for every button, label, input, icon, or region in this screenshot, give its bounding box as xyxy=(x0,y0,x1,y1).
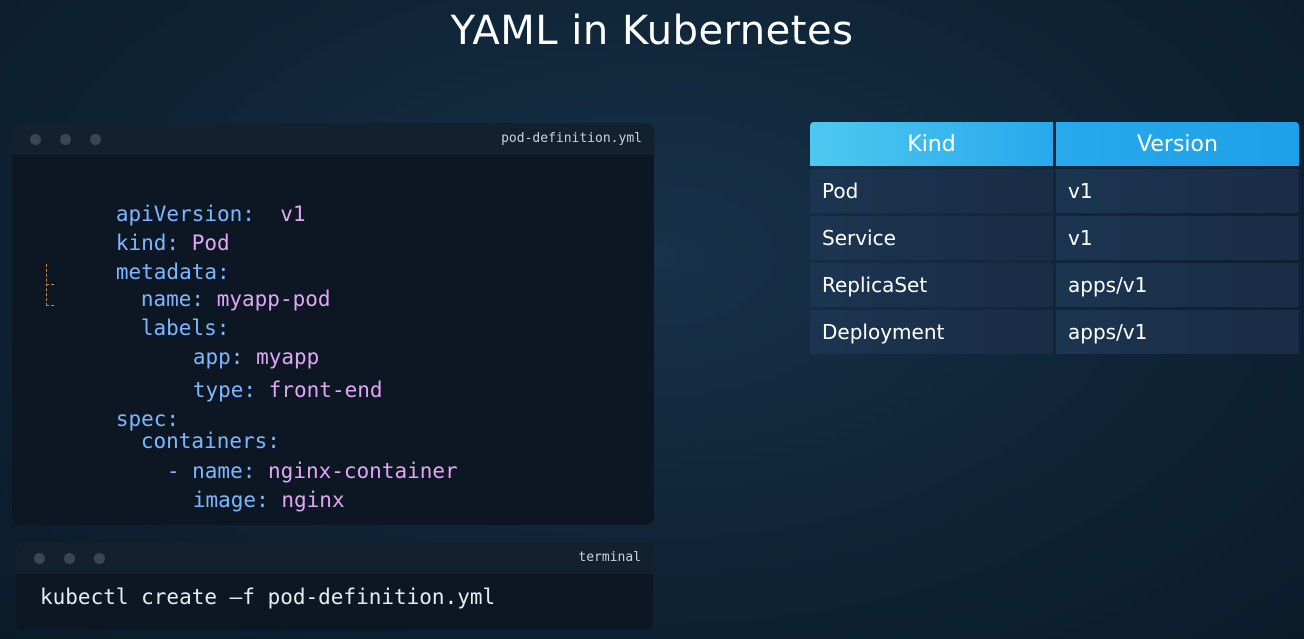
window-dot-icon xyxy=(34,552,45,564)
window-dot-icon xyxy=(90,133,101,145)
indent-guide xyxy=(46,284,54,285)
table-cell-version: v1 xyxy=(1056,169,1299,213)
indent-guide xyxy=(46,305,54,306)
yaml-value: v1 xyxy=(280,202,306,226)
window-titlebar: terminal xyxy=(16,542,653,574)
slide-title: YAML in Kubernetes xyxy=(450,8,854,54)
yaml-key: type: xyxy=(192,378,257,402)
window-dot-icon xyxy=(30,133,41,145)
yaml-value: myapp-pod xyxy=(216,287,331,311)
window-filename: terminal xyxy=(578,550,641,565)
table-cell-kind: Deployment xyxy=(810,310,1053,354)
yaml-editor-window: pod-definition.yml apiVersion: v1 kind: … xyxy=(12,123,654,525)
table-header-version: Version xyxy=(1056,122,1299,166)
table-cell-version: apps/v1 xyxy=(1056,263,1299,307)
yaml-value: front-end xyxy=(268,378,383,402)
window-titlebar: pod-definition.yml xyxy=(12,123,654,155)
window-dot-icon xyxy=(64,552,75,564)
yaml-code-block: apiVersion: v1 kind: Pod metadata: name:… xyxy=(40,178,458,525)
table-header-kind: Kind xyxy=(810,122,1053,166)
yaml-line-image: image: nginx xyxy=(117,464,345,525)
yaml-key: image: xyxy=(192,488,269,512)
yaml-value: nginx xyxy=(281,488,345,512)
terminal-window: terminal kubectl create –f pod-definitio… xyxy=(16,542,653,630)
terminal-command: kubectl create –f pod-definition.yml xyxy=(40,585,496,609)
table-cell-version: v1 xyxy=(1056,216,1299,260)
table-cell-kind: ReplicaSet xyxy=(810,263,1053,307)
table-cell-kind: Pod xyxy=(810,169,1053,213)
indent-guide xyxy=(46,264,47,306)
table-cell-kind: Service xyxy=(810,216,1053,260)
window-dot-icon xyxy=(60,133,71,145)
window-dot-icon xyxy=(94,552,105,564)
table-cell-version: apps/v1 xyxy=(1056,310,1299,354)
window-filename: pod-definition.yml xyxy=(501,131,642,146)
